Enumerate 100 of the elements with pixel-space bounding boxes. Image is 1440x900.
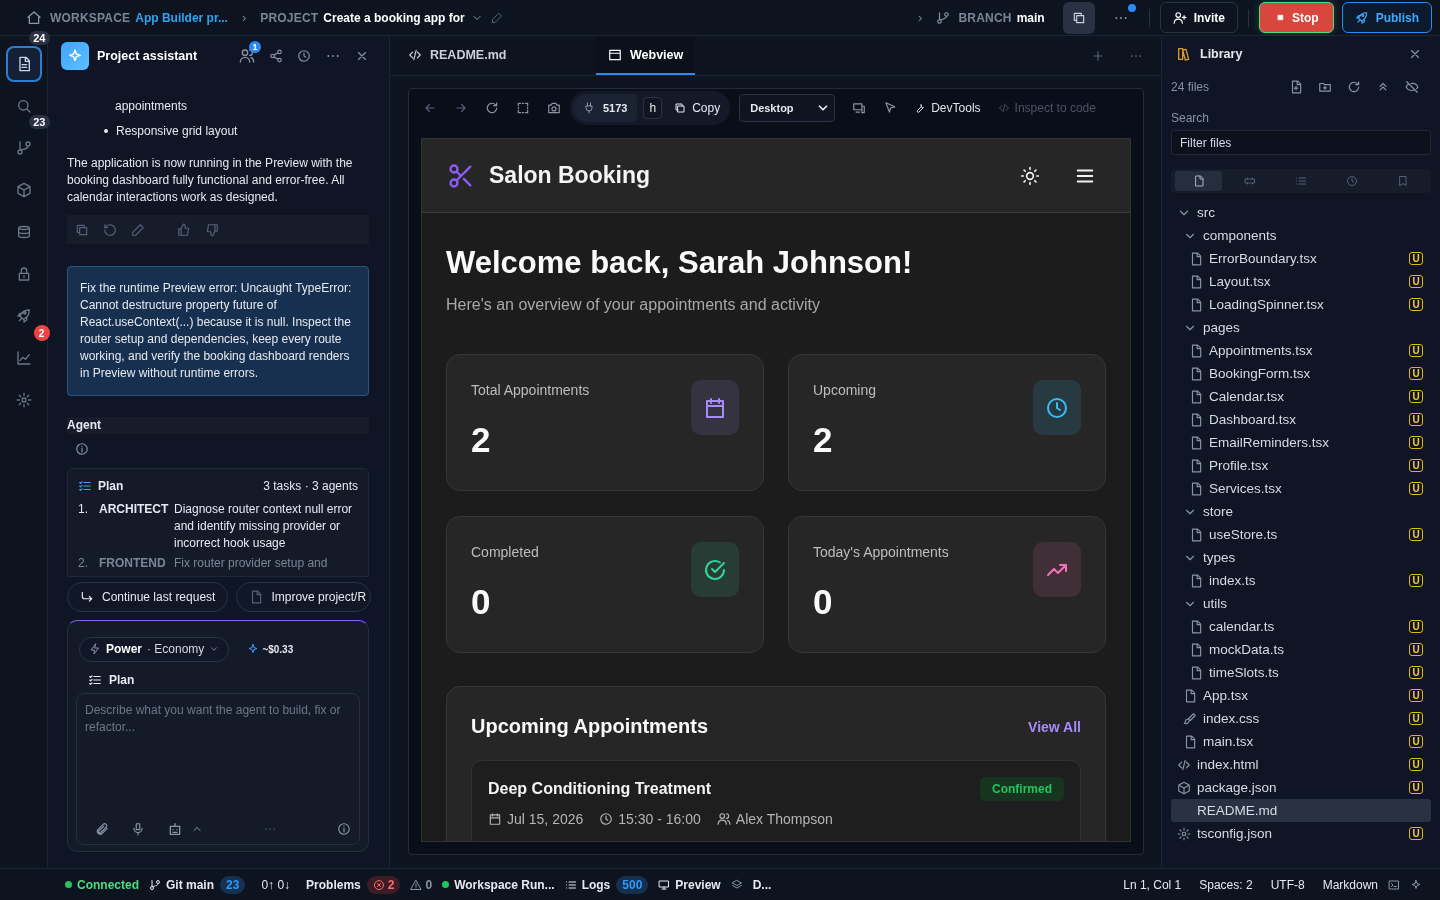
file-item[interactable]: useStore.ts U	[1171, 523, 1431, 546]
robot-icon[interactable]	[167, 821, 183, 837]
eye-off-icon[interactable]	[1405, 80, 1419, 94]
copy-icon[interactable]	[75, 222, 89, 237]
toolbar-button[interactable]: DevTools	[914, 100, 981, 115]
file-item[interactable]: calendar.ts U	[1171, 615, 1431, 638]
thumbs-down-icon[interactable]	[205, 222, 219, 237]
file-item[interactable]: index.html U	[1171, 753, 1431, 776]
file-icon	[1189, 297, 1203, 312]
folder-item[interactable]: utils	[1171, 592, 1431, 615]
terminal-icon[interactable]	[1388, 878, 1400, 891]
home-icon[interactable]	[26, 9, 42, 26]
file-item[interactable]: EmailReminders.tsx U	[1171, 431, 1431, 454]
paperclip-icon[interactable]	[95, 822, 109, 836]
close-icon[interactable]	[1408, 47, 1422, 61]
file-item[interactable]: Profile.tsx U	[1171, 454, 1431, 477]
view-all-link[interactable]: View All	[1028, 718, 1081, 735]
file-item[interactable]: mockData.ts U	[1171, 638, 1431, 661]
checklist-icon	[88, 673, 102, 687]
file-item[interactable]: BookingForm.tsx U	[1171, 362, 1431, 385]
publish-button[interactable]: Publish	[1341, 2, 1432, 33]
device-select[interactable]: Desktop	[739, 93, 836, 122]
list-icon	[1295, 175, 1307, 187]
info-icon[interactable]	[75, 442, 89, 456]
logs-label[interactable]: Logs	[564, 877, 611, 892]
stat-label: Total Appointments	[471, 382, 590, 398]
host-field[interactable]: h	[643, 96, 663, 119]
problems-label[interactable]: Problems	[306, 877, 361, 892]
copy-button[interactable]: Copy	[668, 100, 721, 115]
pencil-icon[interactable]	[490, 11, 503, 24]
suggestion-chip[interactable]: Continue last request	[67, 582, 229, 612]
file-item[interactable]: main.tsx U	[1171, 730, 1431, 753]
file-item[interactable]: Services.tsx U	[1171, 477, 1431, 500]
file-item[interactable]: README.md	[1171, 799, 1431, 822]
prompt-field[interactable]: Describe what you want the agent to build, fix or refactor...	[76, 693, 360, 845]
file-item[interactable]: ErrorBoundary.tsx U	[1171, 247, 1431, 270]
copy-button[interactable]	[1062, 1, 1095, 34]
refresh-icon[interactable]	[485, 100, 499, 115]
status-item[interactable]: Spaces: 2	[1199, 877, 1253, 892]
workspace-status[interactable]: Workspace Run...	[442, 877, 555, 892]
info-icon[interactable]	[337, 822, 351, 836]
activity-tab[interactable]	[5, 46, 42, 82]
stop-button[interactable]: Stop	[1259, 2, 1334, 33]
plan-toggle[interactable]: Plan	[88, 673, 135, 687]
sparkle-icon[interactable]	[1410, 878, 1422, 891]
mode-dropdown[interactable]: Power · Economy	[79, 636, 230, 662]
count-badge: 23	[220, 875, 246, 894]
file-item[interactable]: Dashboard.tsx U	[1171, 408, 1431, 431]
file-item[interactable]: Layout.tsx U	[1171, 270, 1431, 293]
camera-icon[interactable]	[547, 100, 561, 115]
folder-item[interactable]: store	[1171, 500, 1431, 523]
file-item[interactable]: Appointments.tsx U	[1171, 339, 1431, 362]
pencil-icon[interactable]	[131, 222, 145, 237]
users-icon[interactable]	[239, 48, 255, 64]
chip-icon	[1243, 175, 1256, 187]
editor-tab[interactable]: README.md	[390, 36, 596, 75]
view-tab[interactable]	[1175, 171, 1223, 191]
editor-tab[interactable]: Webview	[596, 36, 696, 75]
share-icon[interactable]	[269, 49, 283, 63]
status-item[interactable]: Markdown	[1322, 877, 1378, 892]
folder-item[interactable]: types	[1171, 546, 1431, 569]
file-item[interactable]: timeSlots.ts U	[1171, 661, 1431, 684]
new-file-icon[interactable]	[1289, 80, 1303, 94]
workspace-link[interactable]: App Builder pr...	[135, 10, 228, 25]
file-item[interactable]: index.css U	[1171, 707, 1431, 730]
user-plus-icon	[1172, 10, 1187, 25]
people-icon	[716, 812, 731, 826]
suggestion-chip[interactable]: Improve project/R	[236, 582, 372, 612]
appointment-title: Deep Conditioning Treatment	[488, 780, 712, 798]
folder-item[interactable]: components	[1171, 224, 1431, 247]
devices-icon[interactable]	[852, 100, 867, 115]
appointment-item[interactable]: Deep Conditioning Treatment Confirmed Jul 15, 2026 15:30 - 16:00 Alex Thompson	[471, 760, 1081, 841]
file-item[interactable]: App.tsx U	[1171, 684, 1431, 707]
port-button[interactable]: 5173	[573, 93, 638, 122]
file-item[interactable]: LoadingSpinner.tsx U	[1171, 293, 1431, 316]
close-icon[interactable]	[355, 49, 369, 63]
file-item[interactable]: tsconfig.json U	[1171, 822, 1431, 845]
refresh-icon[interactable]	[1347, 80, 1361, 94]
file-item[interactable]: package.json U	[1171, 776, 1431, 799]
thumbs-up-icon[interactable]	[177, 222, 191, 237]
task-role: FRONTEND	[99, 555, 167, 572]
status-item[interactable]: Ln 1, Col 1	[1123, 877, 1182, 892]
new-folder-icon[interactable]	[1318, 80, 1332, 94]
folder-item[interactable]: pages	[1171, 316, 1431, 339]
project-dropdown[interactable]: Create a booking app for	[323, 10, 483, 25]
task-number: 2.	[78, 555, 89, 572]
invite-button[interactable]: Invite	[1159, 2, 1238, 33]
sun-icon[interactable]	[1020, 165, 1040, 186]
cursor-icon[interactable]	[883, 100, 898, 115]
folder-item[interactable]: src	[1171, 201, 1431, 224]
status-item[interactable]: UTF-8	[1270, 877, 1305, 892]
clock-icon[interactable]	[297, 49, 311, 63]
undo-icon[interactable]	[103, 222, 117, 237]
microphone-icon[interactable]	[131, 822, 145, 836]
file-item[interactable]: index.ts U	[1171, 569, 1431, 592]
file-item[interactable]: Calendar.tsx U	[1171, 385, 1431, 408]
filter-field[interactable]: Filter files	[1171, 130, 1431, 155]
selection-icon[interactable]	[516, 100, 530, 115]
git-status[interactable]: Git main	[149, 877, 215, 892]
preview-label[interactable]: Preview	[658, 877, 721, 892]
